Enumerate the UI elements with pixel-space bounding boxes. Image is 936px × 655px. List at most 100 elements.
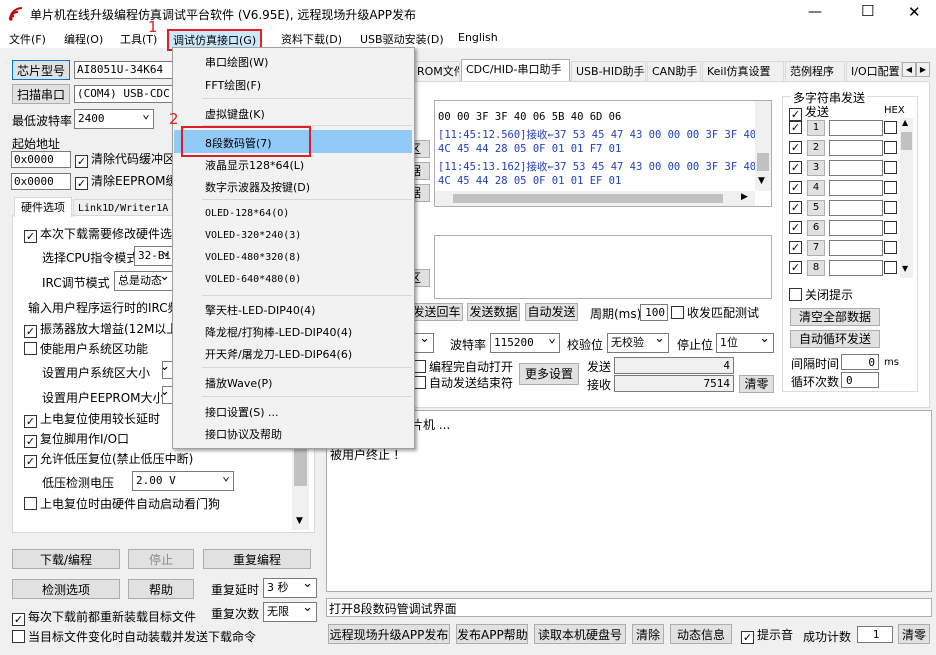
hex-checkbox[interactable] (884, 261, 897, 274)
multi-text-field[interactable] (829, 260, 883, 276)
multi-send-button[interactable]: 2 (807, 140, 825, 156)
multi-text-field[interactable] (829, 180, 883, 196)
scroll-right-icon[interactable]: ▶ (741, 192, 748, 202)
port-select-partial[interactable] (414, 333, 434, 353)
scan-port-button[interactable]: 扫描串口 (12, 84, 70, 104)
tab-io-config[interactable]: I/O口配置 (846, 61, 902, 81)
tab-usb-hid[interactable]: USB-HID助手 (571, 61, 646, 81)
baud-rate-select[interactable]: 115200 (490, 333, 560, 353)
scroll-down-icon[interactable]: ▼ (758, 176, 765, 186)
osc-gain-checkbox[interactable]: ✓ 振荡器放大增益(12M以上 (24, 322, 178, 338)
repeat-delay-select[interactable]: 3 秒 (263, 578, 317, 598)
chip-model-field[interactable]: AI8051U-34K64 (74, 61, 174, 79)
hex-checkbox[interactable] (884, 221, 897, 234)
period-field[interactable]: 100 (640, 304, 668, 321)
remote-upgrade-button[interactable]: 远程现场升级APP发布 (328, 624, 450, 644)
scroll-up-icon[interactable]: ▲ (902, 118, 908, 127)
multi-send-button[interactable]: 3 (807, 160, 825, 176)
multi-send-button[interactable]: 1 (807, 120, 825, 136)
menu-led-dip64[interactable]: 开天斧/屠龙刀-LED-DIP64(6) (205, 346, 352, 362)
stop-bits-select[interactable]: 1位 (716, 333, 774, 353)
check-icon[interactable]: ✓ (789, 241, 802, 254)
hex-checkbox[interactable] (884, 181, 897, 194)
send-data-button[interactable]: 发送数据 (467, 303, 520, 321)
recv-match-checkbox[interactable]: 收发匹配测试 (671, 306, 759, 320)
parity-select[interactable]: 无校验 (607, 333, 669, 353)
check-icon[interactable]: ✓ (789, 141, 802, 154)
low-volt-reset-checkbox[interactable]: ✓ 允许低压复位(禁止低压中断) (24, 452, 193, 468)
tab-can[interactable]: CAN助手 (647, 61, 701, 81)
menu-protocol-help[interactable]: 接口协议及帮助 (205, 426, 282, 442)
scroll-thumb[interactable] (901, 132, 912, 150)
scroll-thumb[interactable] (453, 194, 723, 203)
multi-text-field[interactable] (829, 220, 883, 236)
menu-voled-320x240[interactable]: VOLED-320*240(3) (205, 230, 301, 241)
check-icon[interactable]: ✓ (789, 261, 802, 274)
interval-field[interactable]: 0 (841, 354, 879, 370)
menu-interface-settings[interactable]: 接口设置(S) ... (205, 404, 279, 420)
anim-info-button[interactable]: 动态信息 (670, 624, 732, 644)
multi-send-button[interactable]: 8 (807, 260, 825, 276)
eeprom-addr-field[interactable]: 0x0000 (11, 173, 71, 190)
auto-send-button[interactable]: 自动发送 (525, 303, 578, 321)
modify-hw-checkbox[interactable]: ✓ 本次下载需要修改硬件选 (24, 227, 172, 243)
code-addr-field[interactable]: 0x0000 (11, 151, 71, 168)
clear-code-checkbox[interactable]: ✓ 清除代码缓冲区 (75, 152, 175, 168)
menu-play-wave[interactable]: 播放Wave(P) (205, 375, 272, 391)
download-button[interactable]: 下载/编程 (12, 549, 120, 569)
stop-button[interactable]: 停止 (128, 549, 194, 569)
clear-count-button[interactable]: 清零 (739, 375, 774, 393)
menu-serial-plot[interactable]: 串口绘图(W) (205, 54, 268, 70)
reprogram-button[interactable]: 重复编程 (203, 549, 311, 569)
help-button[interactable]: 帮助 (128, 579, 194, 599)
multi-send-button[interactable]: 4 (807, 180, 825, 196)
low-volt-select[interactable]: 2.00 V (132, 471, 234, 491)
com-port-field[interactable]: (COM4) USB-CDC,( (74, 85, 174, 103)
check-icon[interactable]: ✓ (789, 201, 802, 214)
beep-checkbox[interactable]: ✓ 提示音 (741, 628, 793, 644)
watchdog-checkbox[interactable]: 上电复位时由硬件自动启动看门狗 (24, 497, 220, 511)
send-area[interactable] (434, 235, 772, 299)
more-settings-button[interactable]: 更多设置 (519, 363, 579, 385)
menu-fft-plot[interactable]: FFT绘图(F) (205, 77, 261, 93)
tab-cdc-hid-serial[interactable]: CDC/HID-串口助手 (461, 59, 570, 81)
multi-scrollbar[interactable]: ▲ ▼ (900, 118, 913, 278)
hex-checkbox[interactable] (884, 241, 897, 254)
repeat-count-select[interactable]: 无限 (263, 602, 317, 622)
send-end-checkbox[interactable]: 自动发送结束符 (413, 376, 513, 390)
clear-success-button[interactable]: 清零 (898, 624, 930, 644)
multi-text-field[interactable] (829, 120, 883, 136)
check-icon[interactable]: ✓ (789, 161, 802, 174)
chip-model-button[interactable]: 芯片型号 (12, 60, 70, 80)
clear-all-data-button[interactable]: 清空全部数据 (790, 308, 880, 326)
multi-send-button[interactable]: 7 (807, 240, 825, 256)
hex-checkbox[interactable] (884, 161, 897, 174)
menu-oscilloscope[interactable]: 数字示波器及按键(D) (205, 179, 310, 195)
close-button[interactable]: ✕ (908, 3, 921, 21)
menu-file[interactable]: 文件(F) (9, 31, 46, 47)
min-baud-select[interactable]: 2400 (74, 109, 154, 129)
minimize-button[interactable]: — (808, 4, 822, 20)
hex-checkbox[interactable] (884, 141, 897, 154)
clear-log-button[interactable]: 清除 (632, 624, 664, 644)
menu-virtual-keyboard[interactable]: 虚拟键盘(K) (205, 106, 265, 122)
menu-english[interactable]: English (458, 31, 498, 44)
tab-scroll-right-icon[interactable]: ▶ (916, 62, 930, 77)
menu-downloads[interactable]: 资料下载(D) (281, 31, 342, 47)
hex-checkbox[interactable] (884, 201, 897, 214)
menu-oled-128x64[interactable]: OLED-128*64(O) (205, 208, 289, 219)
scroll-down-icon[interactable]: ▼ (296, 516, 303, 526)
check-icon[interactable]: ✓ (789, 221, 802, 234)
irc-mode-select[interactable]: 总是动态 (114, 271, 174, 291)
tab-link1d-writer[interactable]: Link1D/Writer1A (73, 199, 173, 217)
publish-help-button[interactable]: 发布APP帮助 (456, 624, 528, 644)
auto-loop-send-button[interactable]: 自动循环发送 (790, 330, 880, 348)
menu-program[interactable]: 编程(O) (64, 31, 103, 47)
menu-led-dip40-b[interactable]: 降龙棍/打狗棒-LED-DIP40(4) (205, 324, 352, 340)
detect-options-button[interactable]: 检测选项 (12, 579, 120, 599)
hex-checkbox[interactable] (884, 121, 897, 134)
auto-load-checkbox[interactable]: 当目标文件变化时自动装载并发送下载命令 (12, 630, 256, 644)
menu-voled-640x480[interactable]: VOLED-640*480(0) (205, 274, 301, 285)
tab-scroll-left-icon[interactable]: ◀ (902, 62, 916, 77)
tab-examples[interactable]: 范例程序 (785, 61, 845, 81)
